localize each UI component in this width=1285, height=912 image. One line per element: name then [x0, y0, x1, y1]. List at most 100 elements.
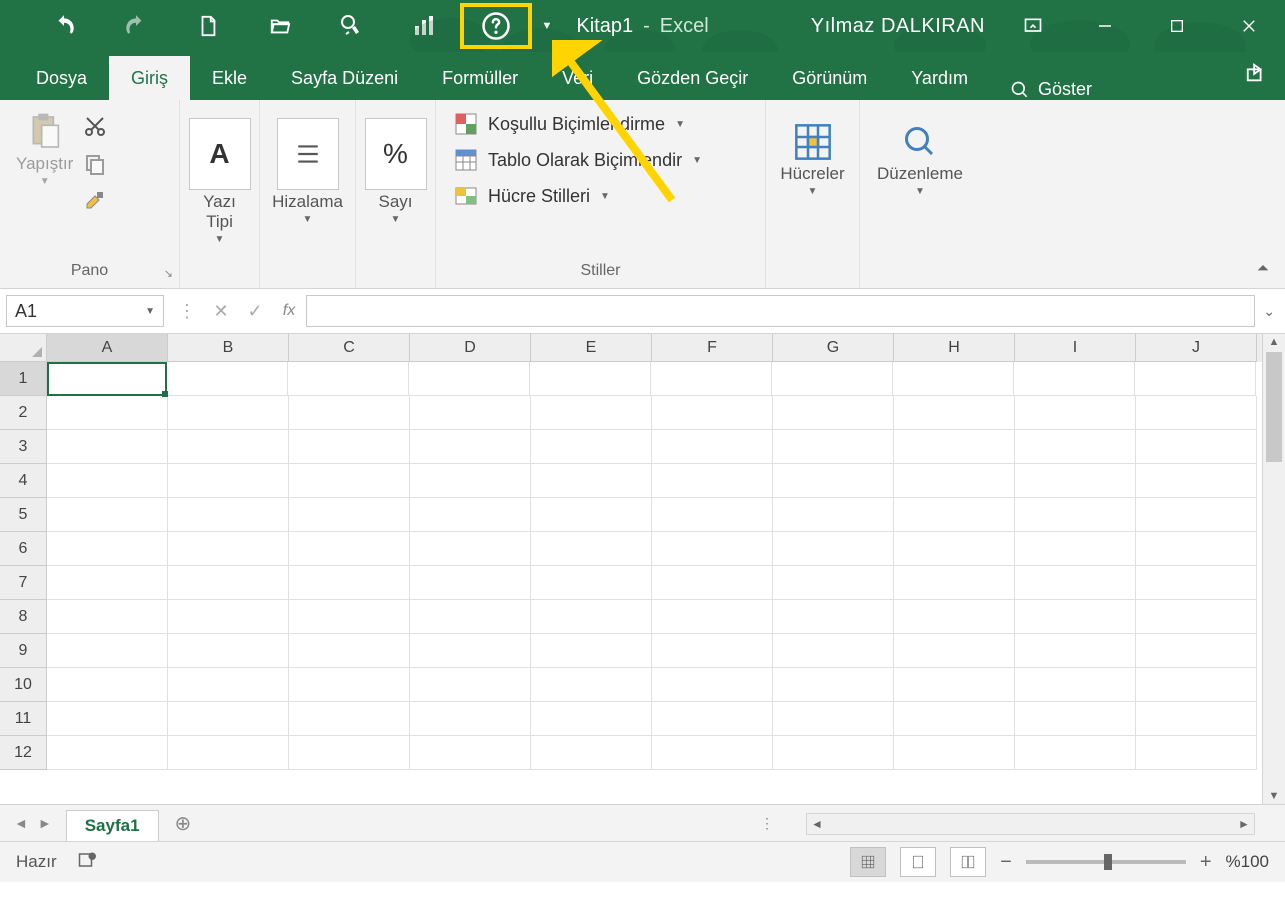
cell-C12[interactable]: [289, 736, 410, 770]
conditional-formatting-button[interactable]: Koşullu Biçimlendirme ▼: [454, 112, 702, 136]
cell-G6[interactable]: [773, 532, 894, 566]
cell-H6[interactable]: [894, 532, 1015, 566]
tab-yardim[interactable]: Yardım: [889, 56, 990, 100]
cell-G4[interactable]: [773, 464, 894, 498]
sheet-tab-sayfa1[interactable]: Sayfa1: [66, 810, 159, 841]
expand-formula-bar-button[interactable]: ⌄: [1263, 303, 1275, 320]
cell-E10[interactable]: [531, 668, 652, 702]
row-header-11[interactable]: 11: [0, 702, 47, 736]
cell-E2[interactable]: [531, 396, 652, 430]
tab-dosya[interactable]: Dosya: [14, 56, 109, 100]
cell-I8[interactable]: [1015, 600, 1136, 634]
copy-button[interactable]: [83, 152, 111, 180]
cells-button[interactable]: Hücreler ▼: [774, 118, 850, 201]
cell-E11[interactable]: [531, 702, 652, 736]
cell-E3[interactable]: [531, 430, 652, 464]
cell-D1[interactable]: [409, 362, 530, 396]
cell-D5[interactable]: [410, 498, 531, 532]
cell-G12[interactable]: [773, 736, 894, 770]
cell-H7[interactable]: [894, 566, 1015, 600]
cell-H9[interactable]: [894, 634, 1015, 668]
cell-A11[interactable]: [47, 702, 168, 736]
cell-F2[interactable]: [652, 396, 773, 430]
qat-customize-button[interactable]: ▼: [532, 0, 562, 52]
cell-E4[interactable]: [531, 464, 652, 498]
minimize-button[interactable]: [1069, 0, 1141, 52]
new-file-button[interactable]: [172, 0, 244, 52]
column-header-D[interactable]: D: [410, 334, 531, 362]
font-button[interactable]: A Yazı Tipi ▼: [183, 114, 257, 249]
cell-F9[interactable]: [652, 634, 773, 668]
cell-G11[interactable]: [773, 702, 894, 736]
cell-I6[interactable]: [1015, 532, 1136, 566]
cell-I12[interactable]: [1015, 736, 1136, 770]
tell-me-search[interactable]: Göster: [1010, 79, 1092, 100]
row-header-4[interactable]: 4: [0, 464, 47, 498]
row-header-9[interactable]: 9: [0, 634, 47, 668]
tab-sayfa-duzeni[interactable]: Sayfa Düzeni: [269, 56, 420, 100]
cell-J4[interactable]: [1136, 464, 1257, 498]
cell-I9[interactable]: [1015, 634, 1136, 668]
formula-dots[interactable]: ⋮: [170, 301, 204, 322]
cell-B9[interactable]: [168, 634, 289, 668]
select-all-button[interactable]: [0, 334, 47, 362]
cell-F10[interactable]: [652, 668, 773, 702]
touch-mode-button[interactable]: [316, 0, 388, 52]
paste-button[interactable]: Yapıştır ▼: [10, 108, 79, 191]
cell-B3[interactable]: [168, 430, 289, 464]
row-header-12[interactable]: 12: [0, 736, 47, 770]
cell-I7[interactable]: [1015, 566, 1136, 600]
column-header-J[interactable]: J: [1136, 334, 1257, 362]
cell-J3[interactable]: [1136, 430, 1257, 464]
tab-giris[interactable]: Giriş: [109, 56, 190, 100]
cell-F8[interactable]: [652, 600, 773, 634]
cell-H2[interactable]: [894, 396, 1015, 430]
cell-G8[interactable]: [773, 600, 894, 634]
cell-A2[interactable]: [47, 396, 168, 430]
zoom-knob[interactable]: [1104, 854, 1112, 870]
cell-B1[interactable]: [167, 362, 288, 396]
editing-button[interactable]: Düzenleme ▼: [871, 118, 969, 201]
column-header-B[interactable]: B: [168, 334, 289, 362]
cell-C9[interactable]: [289, 634, 410, 668]
cell-D11[interactable]: [410, 702, 531, 736]
number-button[interactable]: % Sayı ▼: [359, 114, 433, 229]
cell-H3[interactable]: [894, 430, 1015, 464]
cell-I2[interactable]: [1015, 396, 1136, 430]
normal-view-button[interactable]: [850, 847, 886, 877]
cell-F4[interactable]: [652, 464, 773, 498]
cell-B8[interactable]: [168, 600, 289, 634]
cell-A3[interactable]: [47, 430, 168, 464]
scrollbar-thumb[interactable]: [1266, 352, 1282, 462]
row-header-5[interactable]: 5: [0, 498, 47, 532]
cell-A12[interactable]: [47, 736, 168, 770]
cut-button[interactable]: [83, 114, 111, 142]
cell-D10[interactable]: [410, 668, 531, 702]
cell-C3[interactable]: [289, 430, 410, 464]
cell-E12[interactable]: [531, 736, 652, 770]
share-button[interactable]: [1245, 62, 1267, 87]
cell-A7[interactable]: [47, 566, 168, 600]
cell-C11[interactable]: [289, 702, 410, 736]
cell-F5[interactable]: [652, 498, 773, 532]
cell-J2[interactable]: [1136, 396, 1257, 430]
cell-D6[interactable]: [410, 532, 531, 566]
tab-gozden-gecir[interactable]: Gözden Geçir: [615, 56, 770, 100]
column-header-H[interactable]: H: [894, 334, 1015, 362]
cell-G10[interactable]: [773, 668, 894, 702]
cell-A6[interactable]: [47, 532, 168, 566]
cell-D2[interactable]: [410, 396, 531, 430]
cell-H4[interactable]: [894, 464, 1015, 498]
cell-D12[interactable]: [410, 736, 531, 770]
cell-F3[interactable]: [652, 430, 773, 464]
cell-J12[interactable]: [1136, 736, 1257, 770]
cell-I5[interactable]: [1015, 498, 1136, 532]
cell-C5[interactable]: [289, 498, 410, 532]
cell-F12[interactable]: [652, 736, 773, 770]
cell-D7[interactable]: [410, 566, 531, 600]
accept-formula-button[interactable]: ✓: [238, 301, 272, 322]
tab-ekle[interactable]: Ekle: [190, 56, 269, 100]
tab-formuller[interactable]: Formüller: [420, 56, 540, 100]
row-header-1[interactable]: 1: [0, 362, 47, 396]
vertical-scrollbar[interactable]: ▲ ▼: [1262, 334, 1285, 804]
